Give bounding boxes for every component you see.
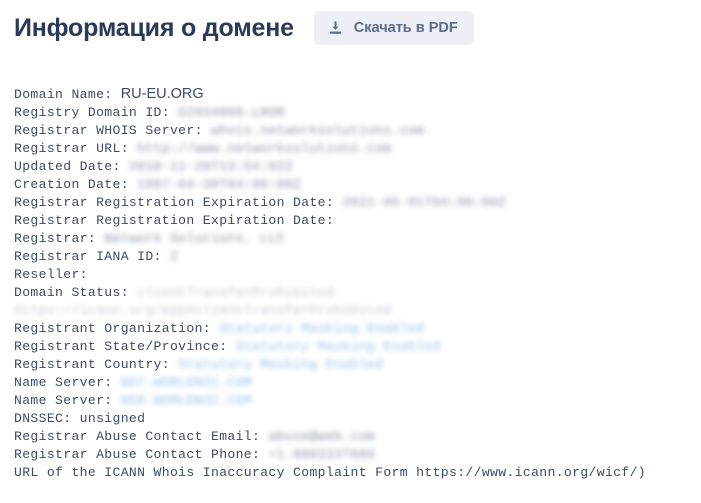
whois-label: URL of the ICANN Whois Inaccuracy Compla… (14, 465, 646, 480)
whois-label: Registrant Country: (14, 357, 179, 372)
whois-label: Updated Date: (14, 159, 129, 174)
whois-value: abuse@web.com (268, 429, 376, 444)
whois-line: Registrant Country: Statutory Masking En… (14, 356, 674, 374)
whois-label: Registrar URL: (14, 141, 138, 156)
whois-label: Registrant Organization: (14, 321, 220, 336)
whois-label: Registrar Abuse Contact Phone: (14, 447, 269, 462)
whois-label: Name Server: (14, 393, 121, 408)
domain-info-page: Информация о домене Скачать в PDF Domain… (0, 0, 701, 503)
whois-line: Domain Name: RU-EU.ORG (14, 85, 674, 104)
whois-line: Name Server: NS7.WORLDNIC.COM (14, 374, 674, 392)
page-title: Информация о домене (14, 14, 294, 42)
whois-label: Domain Status: (14, 285, 138, 300)
whois-line: Registrant State/Province: Statutory Mas… (14, 338, 674, 356)
whois-value: NS7.WORLDNIC.COM (120, 375, 253, 390)
whois-value: D2934066-LROR (178, 105, 285, 120)
whois-line: URL of the ICANN Whois Inaccuracy Compla… (14, 464, 674, 482)
whois-value: Network Solutions, LLC (104, 231, 285, 246)
whois-line: Registry Domain ID: D2934066-LROR (14, 104, 674, 122)
whois-value: Statutory Masking Enabled (235, 339, 441, 354)
whois-line: DNSSEC: unsigned (14, 410, 674, 428)
whois-line: Registrar Abuse Contact Phone: +1.800333… (14, 446, 674, 464)
whois-line: Name Server: NS8.WORLDNIC.COM (14, 392, 674, 410)
whois-record: Domain Name: RU-EU.ORG Registry Domain ID… (14, 85, 674, 482)
whois-label: Registrar WHOIS Server: (14, 123, 211, 138)
whois-value: 1997-04-30T04:00:00Z (137, 177, 302, 192)
whois-line: Registrar: Network Solutions, LLC (14, 230, 674, 248)
whois-line: Registrant Organization: Statutory Maski… (14, 320, 674, 338)
whois-label: Registrar Abuse Contact Email: (14, 429, 269, 444)
whois-line: Updated Date: 2018-11-20T13:54:02Z (14, 158, 674, 176)
whois-line: Registrar URL: http://www.networksolutio… (14, 140, 674, 158)
whois-label: Reseller: (14, 267, 97, 282)
whois-label: Name Server: (14, 375, 121, 390)
whois-label: Registrar Registration Expiration Date: (14, 195, 343, 210)
whois-value: 2018-11-20T13:54:02Z (128, 159, 294, 174)
whois-value: whois.networksolutions.com (210, 123, 425, 138)
whois-line: Reseller: (14, 266, 674, 284)
whois-label: Registry Domain ID: (14, 105, 179, 120)
whois-line: Registrar Abuse Contact Email: abuse@web… (14, 428, 674, 446)
whois-line: Registrar Registration Expiration Date: (14, 212, 674, 230)
whois-label: Domain Name: (14, 87, 121, 102)
whois-value: unsigned (79, 411, 146, 426)
whois-label: Creation Date: (14, 177, 138, 192)
whois-line: Domain Status: clientTransferProhibited … (14, 284, 674, 320)
whois-value: RU-EU.ORG (120, 86, 204, 102)
whois-label: Registrar: (14, 231, 105, 246)
whois-value: Statutory Masking Enabled (219, 321, 425, 336)
whois-value: 2 (169, 249, 179, 264)
download-icon (328, 20, 343, 36)
whois-value: +1.8003337680 (268, 447, 376, 462)
download-pdf-label: Скачать в PDF (353, 20, 458, 36)
whois-value: 2021-05-01T04:00:00Z (342, 195, 507, 210)
download-pdf-button[interactable]: Скачать в PDF (313, 11, 474, 45)
whois-value: Statutory Masking Enabled (178, 357, 384, 372)
whois-label: Registrant State/Province: (14, 339, 236, 354)
whois-label: Registrar Registration Expiration Date: (14, 213, 343, 228)
whois-line: Creation Date: 1997-04-30T04:00:00Z (14, 176, 674, 194)
whois-line: Registrar WHOIS Server: whois.networksol… (14, 122, 674, 140)
whois-line: Registrar IANA ID: 2 (14, 248, 674, 266)
whois-line: Registrar Registration Expiration Date: … (14, 194, 674, 212)
whois-label: Registrar IANA ID: (14, 249, 170, 264)
whois-label: DNSSEC: (14, 411, 80, 426)
page-header: Информация о домене Скачать в PDF (0, 0, 701, 45)
whois-value: http://www.networksolutions.com (137, 141, 392, 156)
whois-value: NS8.WORLDNIC.COM (120, 393, 253, 408)
